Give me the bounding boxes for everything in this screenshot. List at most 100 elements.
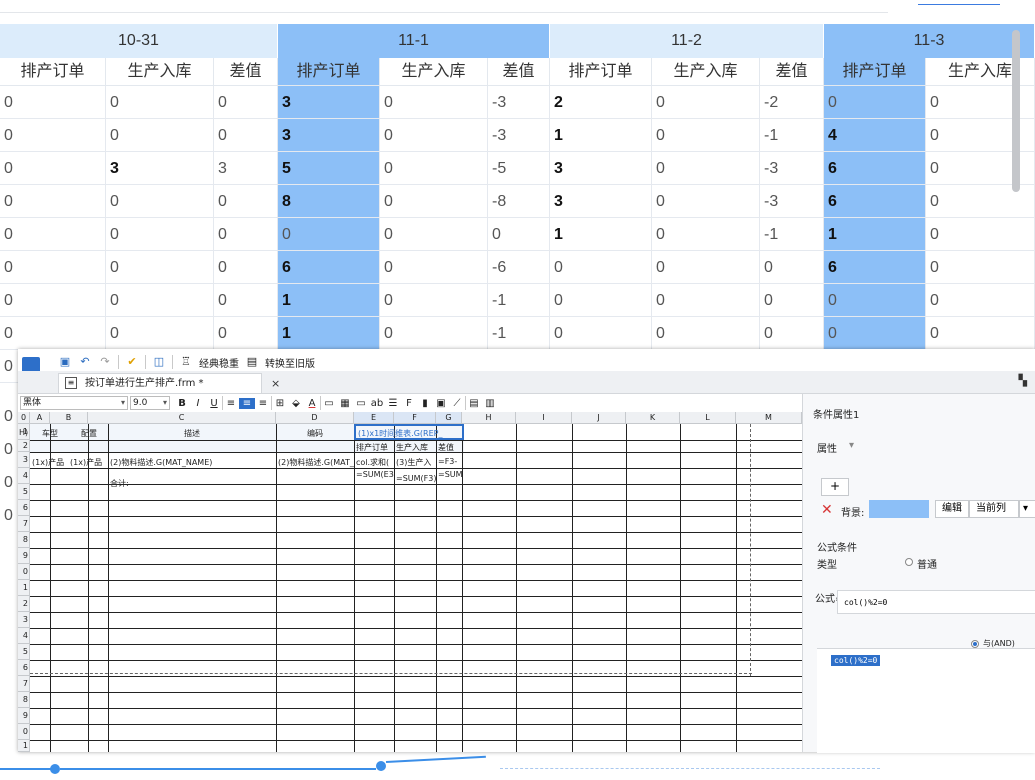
merge-icon[interactable]: ▭ (321, 398, 337, 409)
check-icon[interactable]: ✔ (125, 355, 139, 369)
cell-sum-e[interactable]: =SUM(E3) (356, 470, 394, 479)
cell-sum-f[interactable]: =SUM(F3) (396, 474, 436, 483)
font-size-select[interactable]: 9.0 ▾ (130, 396, 170, 410)
row-header-7[interactable]: 7 (18, 516, 30, 532)
row-header-5[interactable]: 5 (18, 484, 30, 500)
row-header-10[interactable]: 0 (18, 564, 30, 580)
formula-input[interactable]: col()%2=0 (837, 590, 1035, 614)
type-normal-radio[interactable] (905, 558, 913, 566)
cell-product-a[interactable]: (1x)产品 (32, 457, 68, 468)
cell-sub-diff[interactable]: 差值 (438, 442, 462, 453)
align-center-icon[interactable]: ≡ (239, 397, 255, 409)
font-color-icon[interactable]: A (304, 398, 320, 409)
table-icon[interactable]: ▦ (337, 398, 353, 409)
column-header-F[interactable]: F (394, 412, 436, 424)
row-header-9[interactable]: 9 (18, 548, 30, 564)
grid-line (30, 440, 802, 441)
background-color-swatch[interactable] (869, 500, 929, 518)
top-link[interactable] (918, 0, 1000, 5)
cell-code[interactable]: 编码 (276, 428, 354, 439)
design-grid[interactable]: A B C D E F G H I J K L M 0 1 2 3 4 5 6 7 8 9 0 1 2 3 4 5 6 7 8 9 0 1 H) 车型配… (18, 412, 802, 752)
delete-icon[interactable]: ✕ (821, 502, 833, 518)
row-header-20[interactable]: 0 (18, 724, 30, 740)
cell-total-label[interactable]: 合计: (110, 478, 210, 489)
column-header-L[interactable]: L (680, 412, 736, 424)
column-header-M[interactable]: M (736, 412, 802, 424)
row-header-21[interactable]: 1 (18, 740, 30, 752)
cell-config[interactable]: 配置 (70, 428, 108, 439)
tab-current-form[interactable]: ≡ 按订单进行生产排产.frm * × (58, 373, 280, 393)
cell-production-in[interactable]: (3)生产入 (396, 457, 436, 468)
chevron-down-icon[interactable]: ▾ (1019, 500, 1035, 518)
row-header-15[interactable]: 5 (18, 644, 30, 660)
row-header-16[interactable]: 6 (18, 660, 30, 676)
pin-icon[interactable]: ▚ (1019, 374, 1027, 387)
save-icon[interactable]: ▣ (58, 355, 72, 369)
column-header-J[interactable]: J (572, 412, 626, 424)
align-right-icon[interactable]: ≡ (255, 398, 271, 409)
cell-diff-formula[interactable]: =F3- (438, 457, 462, 466)
row-header-4[interactable]: 4 (18, 468, 30, 484)
row-header-13[interactable]: 3 (18, 612, 30, 628)
classic-mode-button[interactable]: 经典稳重 (199, 355, 239, 370)
sub-report-icon[interactable]: ▤ (466, 398, 482, 409)
cell-description[interactable]: 描述 (108, 428, 276, 439)
row-header-17[interactable]: 7 (18, 676, 30, 692)
column-header-H[interactable]: H (462, 412, 516, 424)
vertical-scrollbar[interactable] (1012, 30, 1020, 192)
font-family-select[interactable]: 黑体 ▾ (20, 396, 128, 410)
add-attribute-button[interactable]: + (821, 478, 849, 496)
close-icon[interactable]: × (271, 374, 283, 394)
undo-icon[interactable]: ↶ (78, 355, 92, 369)
cell-sum-col[interactable]: col.求和( (356, 457, 394, 468)
align-left-icon[interactable]: ≡ (223, 398, 239, 409)
bold-button[interactable]: B (174, 398, 190, 409)
column-header-D[interactable]: D (276, 412, 354, 424)
fill-color-icon[interactable]: ⬙ (288, 398, 304, 409)
text-icon[interactable]: ab (369, 398, 385, 409)
grid-corner[interactable]: 0 (18, 412, 30, 424)
condition-list[interactable]: col()%2=0 (817, 648, 1035, 753)
italic-button[interactable]: I (190, 398, 206, 409)
column-header-G[interactable]: G (436, 412, 462, 424)
row-header-8[interactable]: 8 (18, 532, 30, 548)
switch-old-version-button[interactable]: 转换至旧版 (265, 355, 315, 370)
cell-material-desc[interactable]: (2)物料描述.G(MAT_NAME) (110, 457, 276, 468)
scope-select[interactable]: 当前列 (969, 500, 1019, 518)
column-header-C[interactable]: C (88, 412, 276, 424)
column-header-A[interactable]: A (30, 412, 50, 424)
row-header-11[interactable]: 1 (18, 580, 30, 596)
preview-icon[interactable]: ◫ (152, 355, 166, 369)
cell-car-type[interactable]: 车型 (30, 428, 70, 439)
condition-list-item[interactable]: col()%2=0 (831, 655, 881, 666)
row-header-3[interactable]: 3 (18, 452, 30, 468)
cell-product-b[interactable]: (1x)产品 (70, 457, 108, 468)
cell-sub-order[interactable]: 排产订单 (356, 442, 394, 453)
column-header-E[interactable]: E (354, 412, 394, 424)
grid-icon[interactable]: ▥ (482, 398, 498, 409)
column-header-B[interactable]: B (50, 412, 88, 424)
column-header-I[interactable]: I (516, 412, 572, 424)
row-header-14[interactable]: 4 (18, 628, 30, 644)
cell-material-code[interactable]: (2)物料描述.G(MAT_ (278, 457, 354, 468)
cell-sub-in[interactable]: 生产入库 (396, 442, 436, 453)
list-icon[interactable]: ☰ (385, 398, 401, 409)
row-header-18[interactable]: 8 (18, 692, 30, 708)
row-header-2[interactable]: 2 (18, 440, 30, 452)
redo-icon[interactable]: ↷ (98, 355, 112, 369)
field-icon[interactable]: ▭ (353, 398, 369, 409)
image-icon[interactable]: ▣ (433, 398, 449, 409)
cell-sum-g[interactable]: =SUM(G3) (438, 470, 462, 479)
row-header-12[interactable]: 2 (18, 596, 30, 612)
edit-button[interactable]: 编辑 (935, 500, 969, 518)
line-icon[interactable]: ⟋ (449, 398, 465, 409)
row-header-6[interactable]: 6 (18, 500, 30, 516)
column-header-K[interactable]: K (626, 412, 680, 424)
selected-cell-range[interactable] (354, 424, 464, 440)
and-radio[interactable] (971, 640, 979, 648)
underline-button[interactable]: U (206, 398, 222, 409)
formula-icon[interactable]: F (401, 398, 417, 409)
border-icon[interactable]: ⊞ (272, 398, 288, 409)
chart-icon[interactable]: ▮ (417, 398, 433, 409)
row-header-19[interactable]: 9 (18, 708, 30, 724)
